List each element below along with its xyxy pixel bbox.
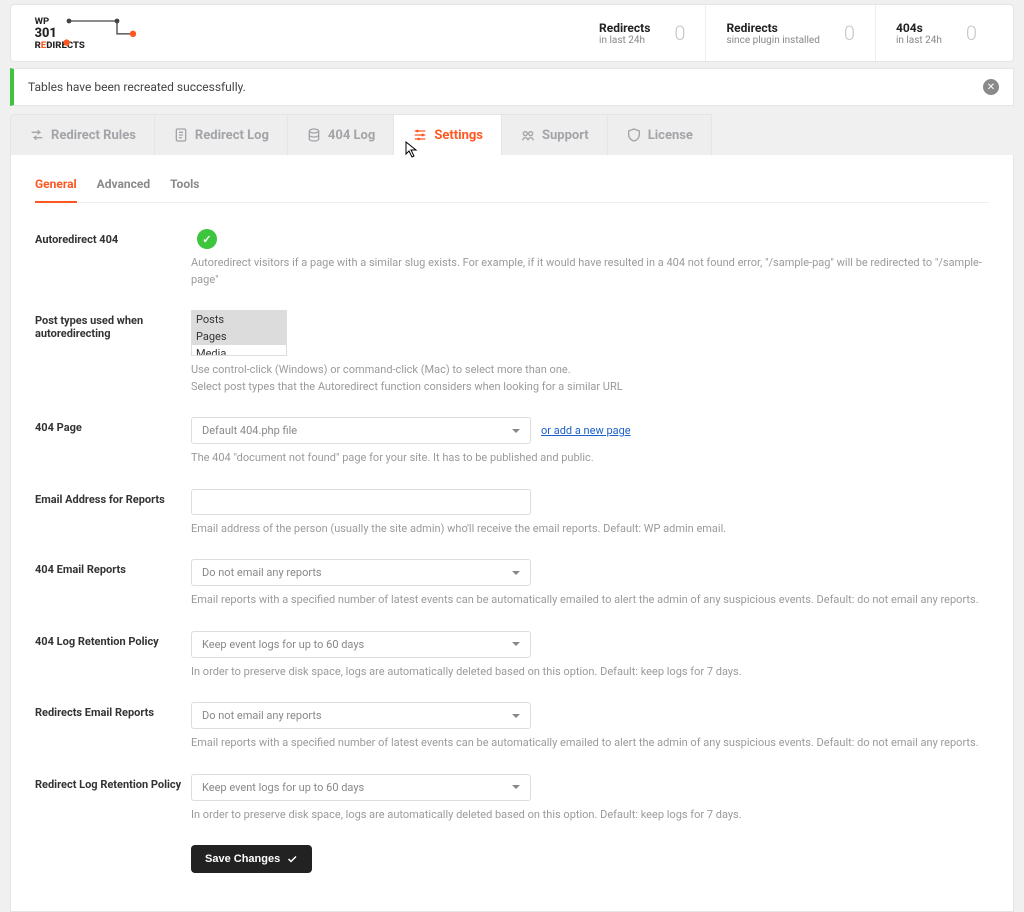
- 404-retention-select[interactable]: Keep event logs for up to 60 days: [191, 631, 531, 658]
- database-icon: [306, 127, 322, 143]
- 404-email-reports-select[interactable]: Do not email any reports: [191, 559, 531, 586]
- autoredirect-toggle[interactable]: ✓: [197, 229, 217, 249]
- support-icon: [520, 127, 536, 143]
- redirect-email-reports-select[interactable]: Do not email any reports: [191, 702, 531, 729]
- svg-text:REDIRECTS: REDIRECTS: [35, 40, 85, 51]
- arrows-icon: [29, 127, 45, 143]
- sliders-icon: [412, 127, 428, 143]
- row-redirect-retention: Redirect Log Retention Policy Keep event…: [35, 766, 989, 838]
- stats-bar: Redirects in last 24h 0 Redirects since …: [579, 5, 997, 61]
- 404-page-select[interactable]: Default 404.php file: [191, 417, 531, 444]
- top-bar: WP 301 REDIRECTS Redirects in last 24h 0…: [10, 4, 1014, 62]
- subtab-general[interactable]: General: [35, 171, 77, 203]
- row-email-address: Email Address for Reports Email address …: [35, 481, 989, 552]
- option-pages[interactable]: Pages: [192, 328, 286, 345]
- dismiss-icon[interactable]: ✕: [983, 79, 999, 95]
- sub-tabs: General Advanced Tools: [35, 171, 989, 203]
- add-new-page-link[interactable]: or add a new page: [541, 424, 631, 437]
- posttypes-multiselect[interactable]: Posts Pages Media: [191, 310, 287, 356]
- logo: WP 301 REDIRECTS: [27, 13, 579, 53]
- main-tabs: Redirect Rules Redirect Log 404 Log Sett…: [10, 114, 1014, 155]
- tab-redirect-rules[interactable]: Redirect Rules: [10, 114, 154, 155]
- subtab-advanced[interactable]: Advanced: [97, 171, 150, 202]
- stat-redirects-24h: Redirects in last 24h 0: [579, 5, 705, 61]
- tab-support[interactable]: Support: [501, 114, 607, 155]
- email-input[interactable]: [191, 489, 531, 515]
- notice-text: Tables have been recreated successfully.: [28, 80, 246, 94]
- row-posttypes: Post types used when autoredirecting Pos…: [35, 302, 989, 409]
- subtab-tools[interactable]: Tools: [170, 171, 199, 202]
- tab-redirect-log[interactable]: Redirect Log: [154, 114, 287, 155]
- redirect-retention-select[interactable]: Keep event logs for up to 60 days: [191, 774, 531, 801]
- option-posts[interactable]: Posts: [192, 311, 286, 328]
- row-autoredirect: Autoredirect 404 ✓ Autoredirect visitors…: [35, 221, 989, 302]
- row-404-retention: 404 Log Retention Policy Keep event logs…: [35, 623, 989, 695]
- row-404-page: 404 Page Default 404.php file or add a n…: [35, 409, 989, 481]
- option-media[interactable]: Media: [192, 345, 286, 356]
- success-notice: Tables have been recreated successfully.…: [10, 68, 1014, 106]
- document-icon: [173, 127, 189, 143]
- save-button[interactable]: Save Changes: [191, 845, 312, 873]
- tab-404-log[interactable]: 404 Log: [287, 114, 393, 155]
- stat-redirects-total: Redirects since plugin installed 0: [705, 5, 874, 61]
- svg-text:301: 301: [35, 26, 57, 41]
- row-save: Save Changes: [35, 837, 989, 887]
- stat-404s-24h: 404s in last 24h 0: [875, 5, 997, 61]
- settings-panel: General Advanced Tools Autoredirect 404 …: [10, 155, 1014, 912]
- tab-settings[interactable]: Settings: [393, 114, 501, 155]
- check-icon: [286, 853, 298, 865]
- row-404-email-reports: 404 Email Reports Do not email any repor…: [35, 551, 989, 623]
- row-redirect-email-reports: Redirects Email Reports Do not email any…: [35, 694, 989, 766]
- tab-license[interactable]: License: [607, 114, 712, 155]
- shield-icon: [626, 127, 642, 143]
